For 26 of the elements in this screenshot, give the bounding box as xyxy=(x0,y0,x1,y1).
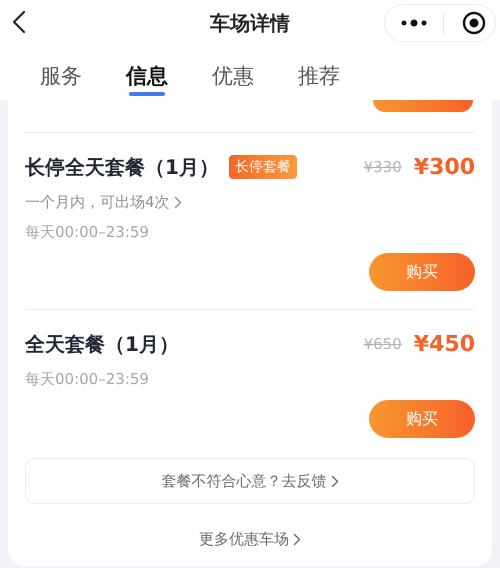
tab[interactable]: 优惠 xyxy=(212,56,254,96)
page-title: 车场详情 xyxy=(210,10,290,37)
buy-button[interactable]: 购买 xyxy=(369,253,475,291)
package-name: 全天套餐（1月） xyxy=(25,331,179,358)
chevron-right-icon xyxy=(293,532,301,546)
more-parking-link[interactable]: 更多优惠车场 xyxy=(199,524,301,554)
target-icon[interactable] xyxy=(462,11,486,35)
original-price: ¥330 xyxy=(364,156,402,178)
more-icon[interactable] xyxy=(401,19,427,27)
package-hours: 每天00:00–23:59 xyxy=(25,222,149,243)
original-price: ¥650 xyxy=(364,334,402,355)
chevron-right-icon xyxy=(330,474,338,488)
feedback-link[interactable]: 套餐不符合心意？去反馈 xyxy=(25,458,475,504)
package-name: 长停全天套餐（1月） xyxy=(25,154,219,181)
price: ¥450 xyxy=(414,330,475,358)
chevron-right-icon xyxy=(174,196,182,208)
buy-button[interactable] xyxy=(373,100,473,112)
back-icon[interactable] xyxy=(12,10,26,34)
tab[interactable]: 服务 xyxy=(40,56,82,96)
tab[interactable]: 信息 xyxy=(126,56,168,96)
package-detail-link[interactable]: 一个月内，可出场4次 xyxy=(25,190,182,214)
buy-button[interactable]: 购买 xyxy=(369,400,475,438)
price: ¥300 xyxy=(414,154,475,182)
package-tag: 长停套餐 xyxy=(228,155,297,179)
tab[interactable]: 推荐 xyxy=(298,56,340,96)
package-hours: 每天00:00–23:59 xyxy=(25,368,149,390)
